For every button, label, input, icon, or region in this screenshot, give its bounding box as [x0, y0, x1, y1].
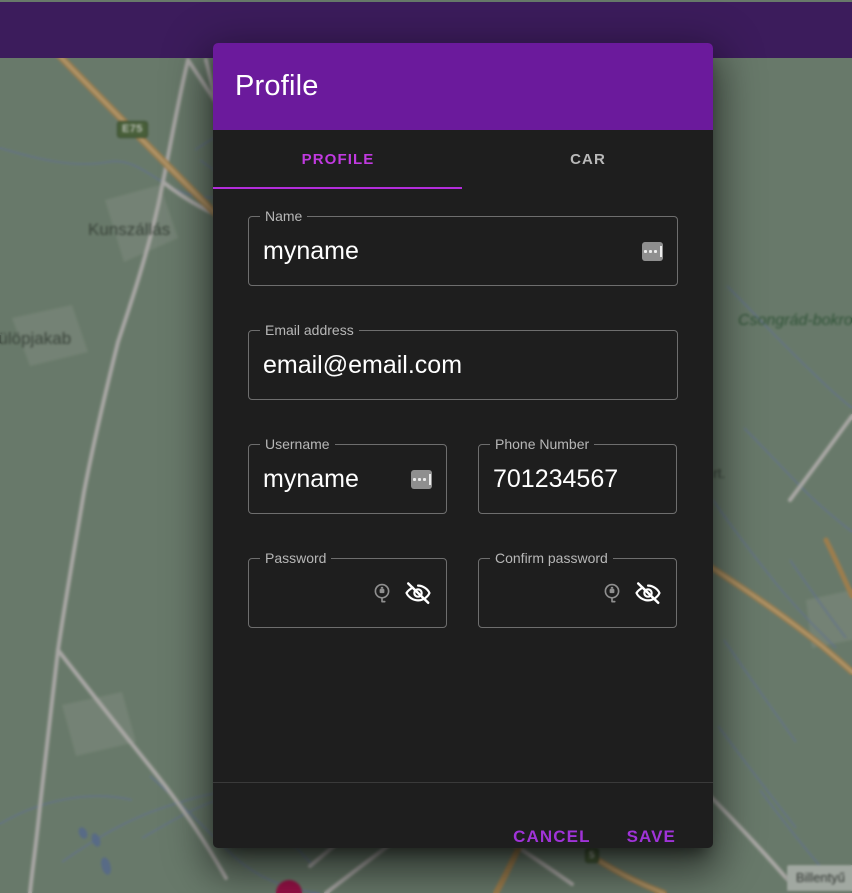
confirm-password-field-adornments [601, 580, 662, 606]
tab-car[interactable]: CAR [463, 130, 713, 189]
password-key-icon[interactable] [371, 580, 393, 606]
profile-dialog: Profile PROFILE CAR Name myname Email ad… [213, 43, 713, 848]
autofill-dots-icon[interactable] [411, 469, 432, 489]
profile-form: Name myname Email address email@email.co… [213, 189, 713, 782]
tab-profile[interactable]: PROFILE [213, 130, 463, 189]
dialog-action-bar: CANCEL SAVE [213, 782, 713, 848]
phone-field-value: 701234567 [493, 465, 619, 493]
tab-active-indicator [213, 187, 462, 189]
dialog-title: Profile [235, 70, 319, 102]
username-field-label: Username [260, 436, 335, 452]
confirm-password-field-label: Confirm password [490, 550, 613, 566]
phone-field-label: Phone Number [490, 436, 595, 452]
phone-field[interactable]: Phone Number 701234567 [478, 436, 677, 514]
save-button[interactable]: SAVE [617, 827, 686, 847]
cancel-button[interactable]: CANCEL [503, 827, 600, 847]
confirm-password-field[interactable]: Confirm password [478, 550, 677, 628]
autofill-dots-icon[interactable] [642, 241, 663, 261]
form-row-name: Name myname [248, 208, 678, 286]
password-visibility-off-icon[interactable] [404, 580, 432, 606]
dialog-header: Profile [213, 43, 713, 130]
name-field-adornments [642, 241, 663, 261]
dialog-tab-bar: PROFILE CAR [213, 130, 713, 189]
email-field-label: Email address [260, 322, 359, 338]
form-row-username-phone: Username myname Phone Number 701234567 [248, 436, 678, 514]
name-field[interactable]: Name myname [248, 208, 678, 286]
form-row-email: Email address email@email.com [248, 322, 678, 400]
username-field-value: myname [263, 465, 359, 493]
username-field-adornments [411, 469, 432, 489]
name-field-label: Name [260, 208, 308, 224]
username-field[interactable]: Username myname [248, 436, 447, 514]
name-field-value: myname [263, 237, 359, 265]
password-field-label: Password [260, 550, 332, 566]
email-field-value: email@email.com [263, 351, 463, 379]
password-field[interactable]: Password [248, 550, 447, 628]
email-field[interactable]: Email address email@email.com [248, 322, 678, 400]
confirm-password-visibility-off-icon[interactable] [634, 580, 662, 606]
confirm-password-key-icon[interactable] [601, 580, 623, 606]
password-field-adornments [371, 580, 432, 606]
form-row-passwords: Password Confirm password [248, 550, 678, 628]
